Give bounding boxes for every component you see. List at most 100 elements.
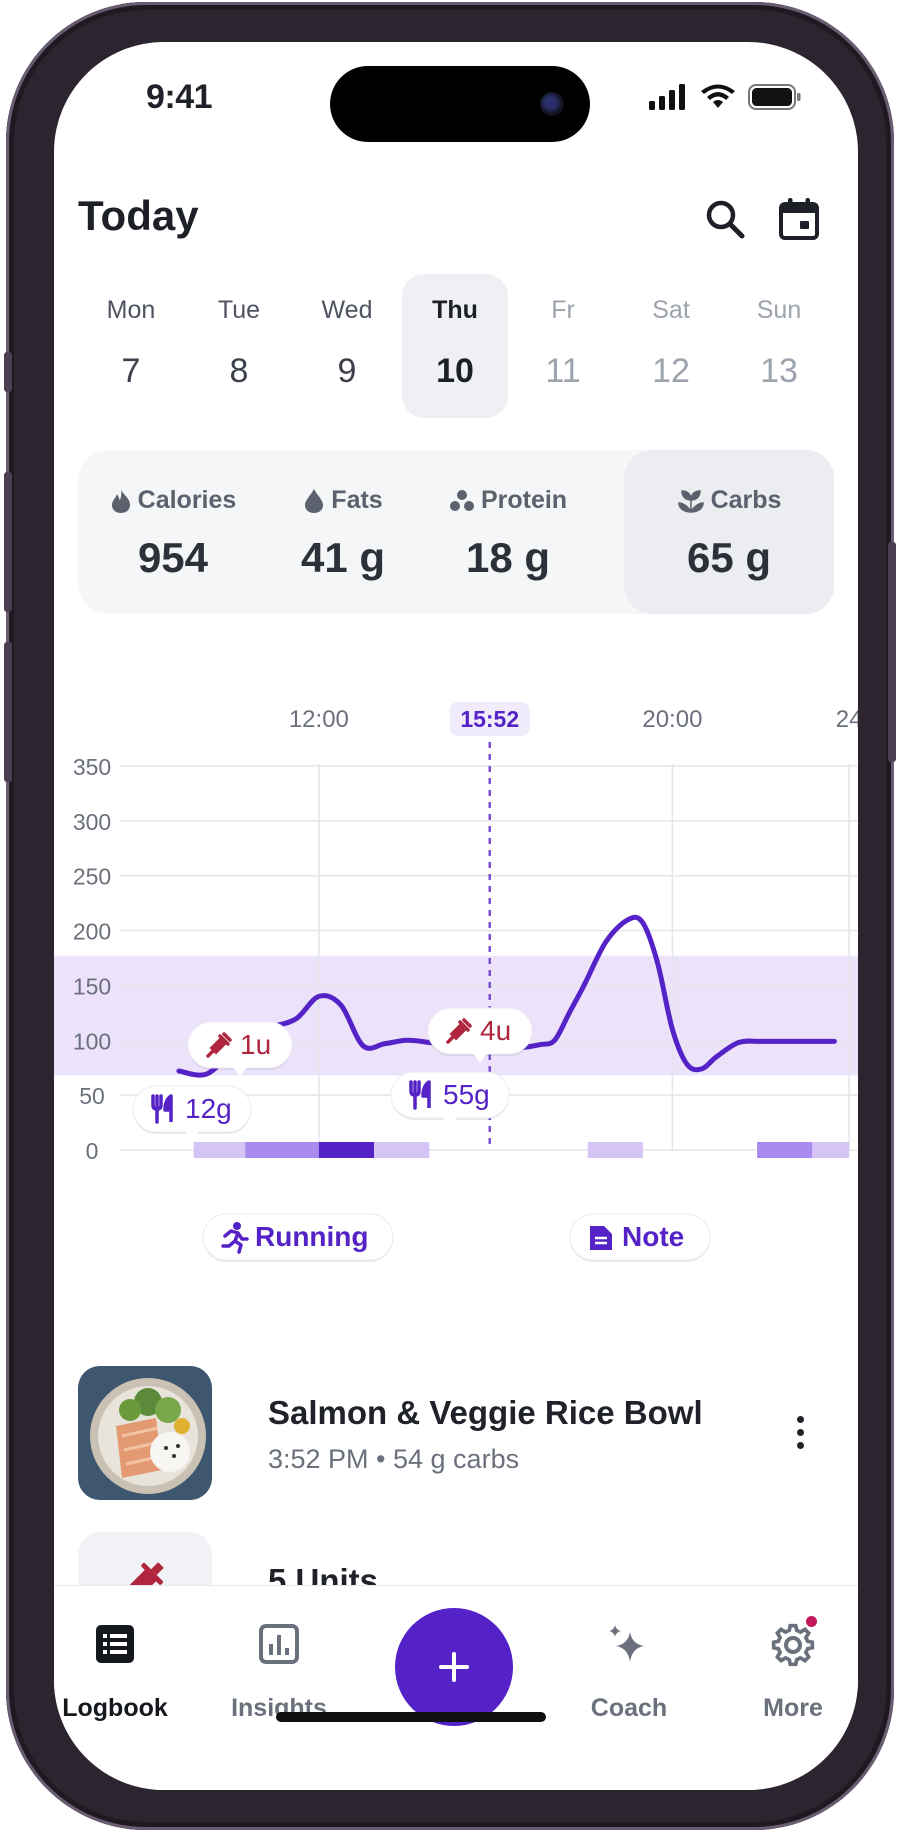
day-fri[interactable]: Fr 11 — [510, 274, 616, 418]
entry-menu-button[interactable] — [780, 1402, 820, 1462]
y-tick-label: 0 — [86, 1138, 99, 1164]
macro-value: 65 g — [686, 534, 772, 581]
log-entry-meal[interactable]: Salmon & Veggie Rice Bowl 3:52 PM • 54 g… — [78, 1366, 834, 1500]
plus-icon — [439, 1652, 469, 1682]
search-icon — [706, 200, 745, 239]
runner-head — [233, 1222, 241, 1230]
y-tick-label: 100 — [73, 1028, 111, 1054]
camera-icon — [540, 92, 564, 116]
macro-calories[interactable]: Calories 954 — [88, 450, 258, 614]
add-button[interactable] — [395, 1608, 513, 1726]
activity-bar — [757, 1142, 813, 1158]
y-tick-label: 50 — [79, 1083, 105, 1109]
macro-label-text: Fats — [331, 486, 383, 514]
search-button[interactable] — [698, 192, 752, 246]
event-label: 1u — [240, 1029, 271, 1060]
tab-label: Logbook — [62, 1694, 168, 1722]
home-indicator — [276, 1712, 546, 1722]
day-tue[interactable]: Tue 8 — [186, 274, 292, 418]
wifi-icon — [701, 84, 735, 108]
event-label: Note — [622, 1221, 684, 1252]
tab-bar: Logbook Insights Coach More — [54, 1585, 858, 1790]
dot-icon — [796, 1441, 804, 1449]
macro-label-text: Protein — [480, 486, 568, 514]
tab-label: Coach — [590, 1694, 668, 1722]
day-name: Tue — [217, 296, 261, 324]
page-title: Today — [78, 192, 199, 239]
tab-label: More — [763, 1694, 823, 1722]
protein-dots-icon — [449, 489, 474, 511]
side-button — [4, 642, 12, 782]
day-name: Wed — [321, 296, 373, 324]
day-thu-selected[interactable]: Thu 10 — [402, 274, 508, 418]
event-insulin[interactable]: 1u — [187, 1021, 293, 1077]
tab-logbook[interactable]: Logbook — [54, 1586, 190, 1736]
macro-label: Protein — [418, 486, 598, 515]
side-button — [4, 352, 12, 392]
event-label: 12g — [185, 1093, 232, 1124]
event-insulin[interactable]: 4u — [427, 1007, 533, 1063]
dot-icon — [796, 1415, 804, 1423]
macro-label: Fats — [268, 486, 418, 515]
day-wed[interactable]: Wed 9 — [294, 274, 400, 418]
flame-icon — [111, 488, 130, 513]
entry-title: Salmon & Veggie Rice Bowl — [268, 1394, 703, 1431]
day-date: 11 — [545, 352, 581, 390]
sparkle-icon — [609, 1625, 644, 1662]
day-date: 9 — [337, 352, 357, 390]
y-tick-label: 300 — [73, 809, 111, 835]
x-tick-label: 24 — [836, 706, 858, 733]
event-bubble-pointer — [185, 1131, 199, 1141]
macro-carbs-selected[interactable]: Carbs 65 g — [624, 450, 834, 614]
day-date: 7 — [121, 352, 141, 390]
phone-frame: 9:41 Today Mon 7 Tue 8 Wed 9 Thu 10 Fr 1… — [4, 2, 896, 1830]
dot-icon — [796, 1428, 804, 1436]
macro-value: 18 g — [465, 534, 551, 581]
day-name: Thu — [432, 296, 478, 324]
calendar-button[interactable] — [772, 192, 826, 246]
event-meal[interactable]: 55g — [390, 1071, 510, 1127]
event-label: 4u — [480, 1015, 511, 1046]
y-tick-label: 200 — [73, 919, 111, 945]
battery-icon — [748, 84, 801, 110]
macro-fats[interactable]: Fats 41 g — [268, 450, 418, 614]
event-note[interactable]: Note — [569, 1213, 711, 1262]
activity-bar — [245, 1142, 319, 1158]
activity-bar — [318, 1142, 375, 1158]
list-icon — [96, 1625, 134, 1663]
side-button — [888, 542, 896, 762]
gear-icon — [771, 1623, 815, 1667]
event-meal[interactable]: 12g — [132, 1085, 252, 1141]
day-name: Mon — [106, 296, 156, 324]
macro-protein[interactable]: Protein 18 g — [418, 450, 598, 614]
side-button — [4, 472, 12, 612]
x-tick-label: 12:00 — [289, 706, 349, 733]
day-mon[interactable]: Mon 7 — [78, 274, 184, 418]
macro-label: Carbs — [624, 486, 834, 515]
macro-label-text: Calories — [137, 486, 237, 514]
tab-coach[interactable]: Coach — [554, 1586, 704, 1736]
macro-label: Calories — [88, 486, 258, 515]
x-tick-label: 20:00 — [642, 706, 702, 733]
notification-dot — [806, 1616, 817, 1627]
entry-subtitle: 3:52 PM • 54 g carbs — [268, 1444, 520, 1474]
day-sat[interactable]: Sat 12 — [618, 274, 724, 418]
current-time-label: 15:52 — [460, 706, 519, 732]
activity-bar — [193, 1142, 246, 1158]
day-name: Fr — [551, 296, 575, 324]
day-date: 12 — [652, 352, 690, 390]
macro-summary: Calories 954 Fats 41 g Protein 18 g Carb… — [78, 450, 834, 614]
event-bubble-pointer — [443, 1117, 457, 1127]
tab-more[interactable]: More — [718, 1586, 858, 1736]
event-activity[interactable]: Running — [202, 1213, 394, 1262]
activity-bar — [587, 1142, 643, 1158]
macro-label-text: Carbs — [710, 486, 782, 514]
y-tick-label: 150 — [73, 973, 111, 999]
glucose-chart[interactable]: 0 50 100 150 200 250 300 350 12:00 20:00 24 15:52 1u… — [54, 654, 858, 1374]
macro-value: 954 — [137, 534, 209, 581]
day-sun[interactable]: Sun 13 — [726, 274, 832, 418]
event-label: 55g — [443, 1079, 490, 1110]
day-date: 8 — [229, 352, 249, 390]
signal-icon — [649, 84, 685, 110]
y-tick-label: 250 — [73, 864, 111, 890]
